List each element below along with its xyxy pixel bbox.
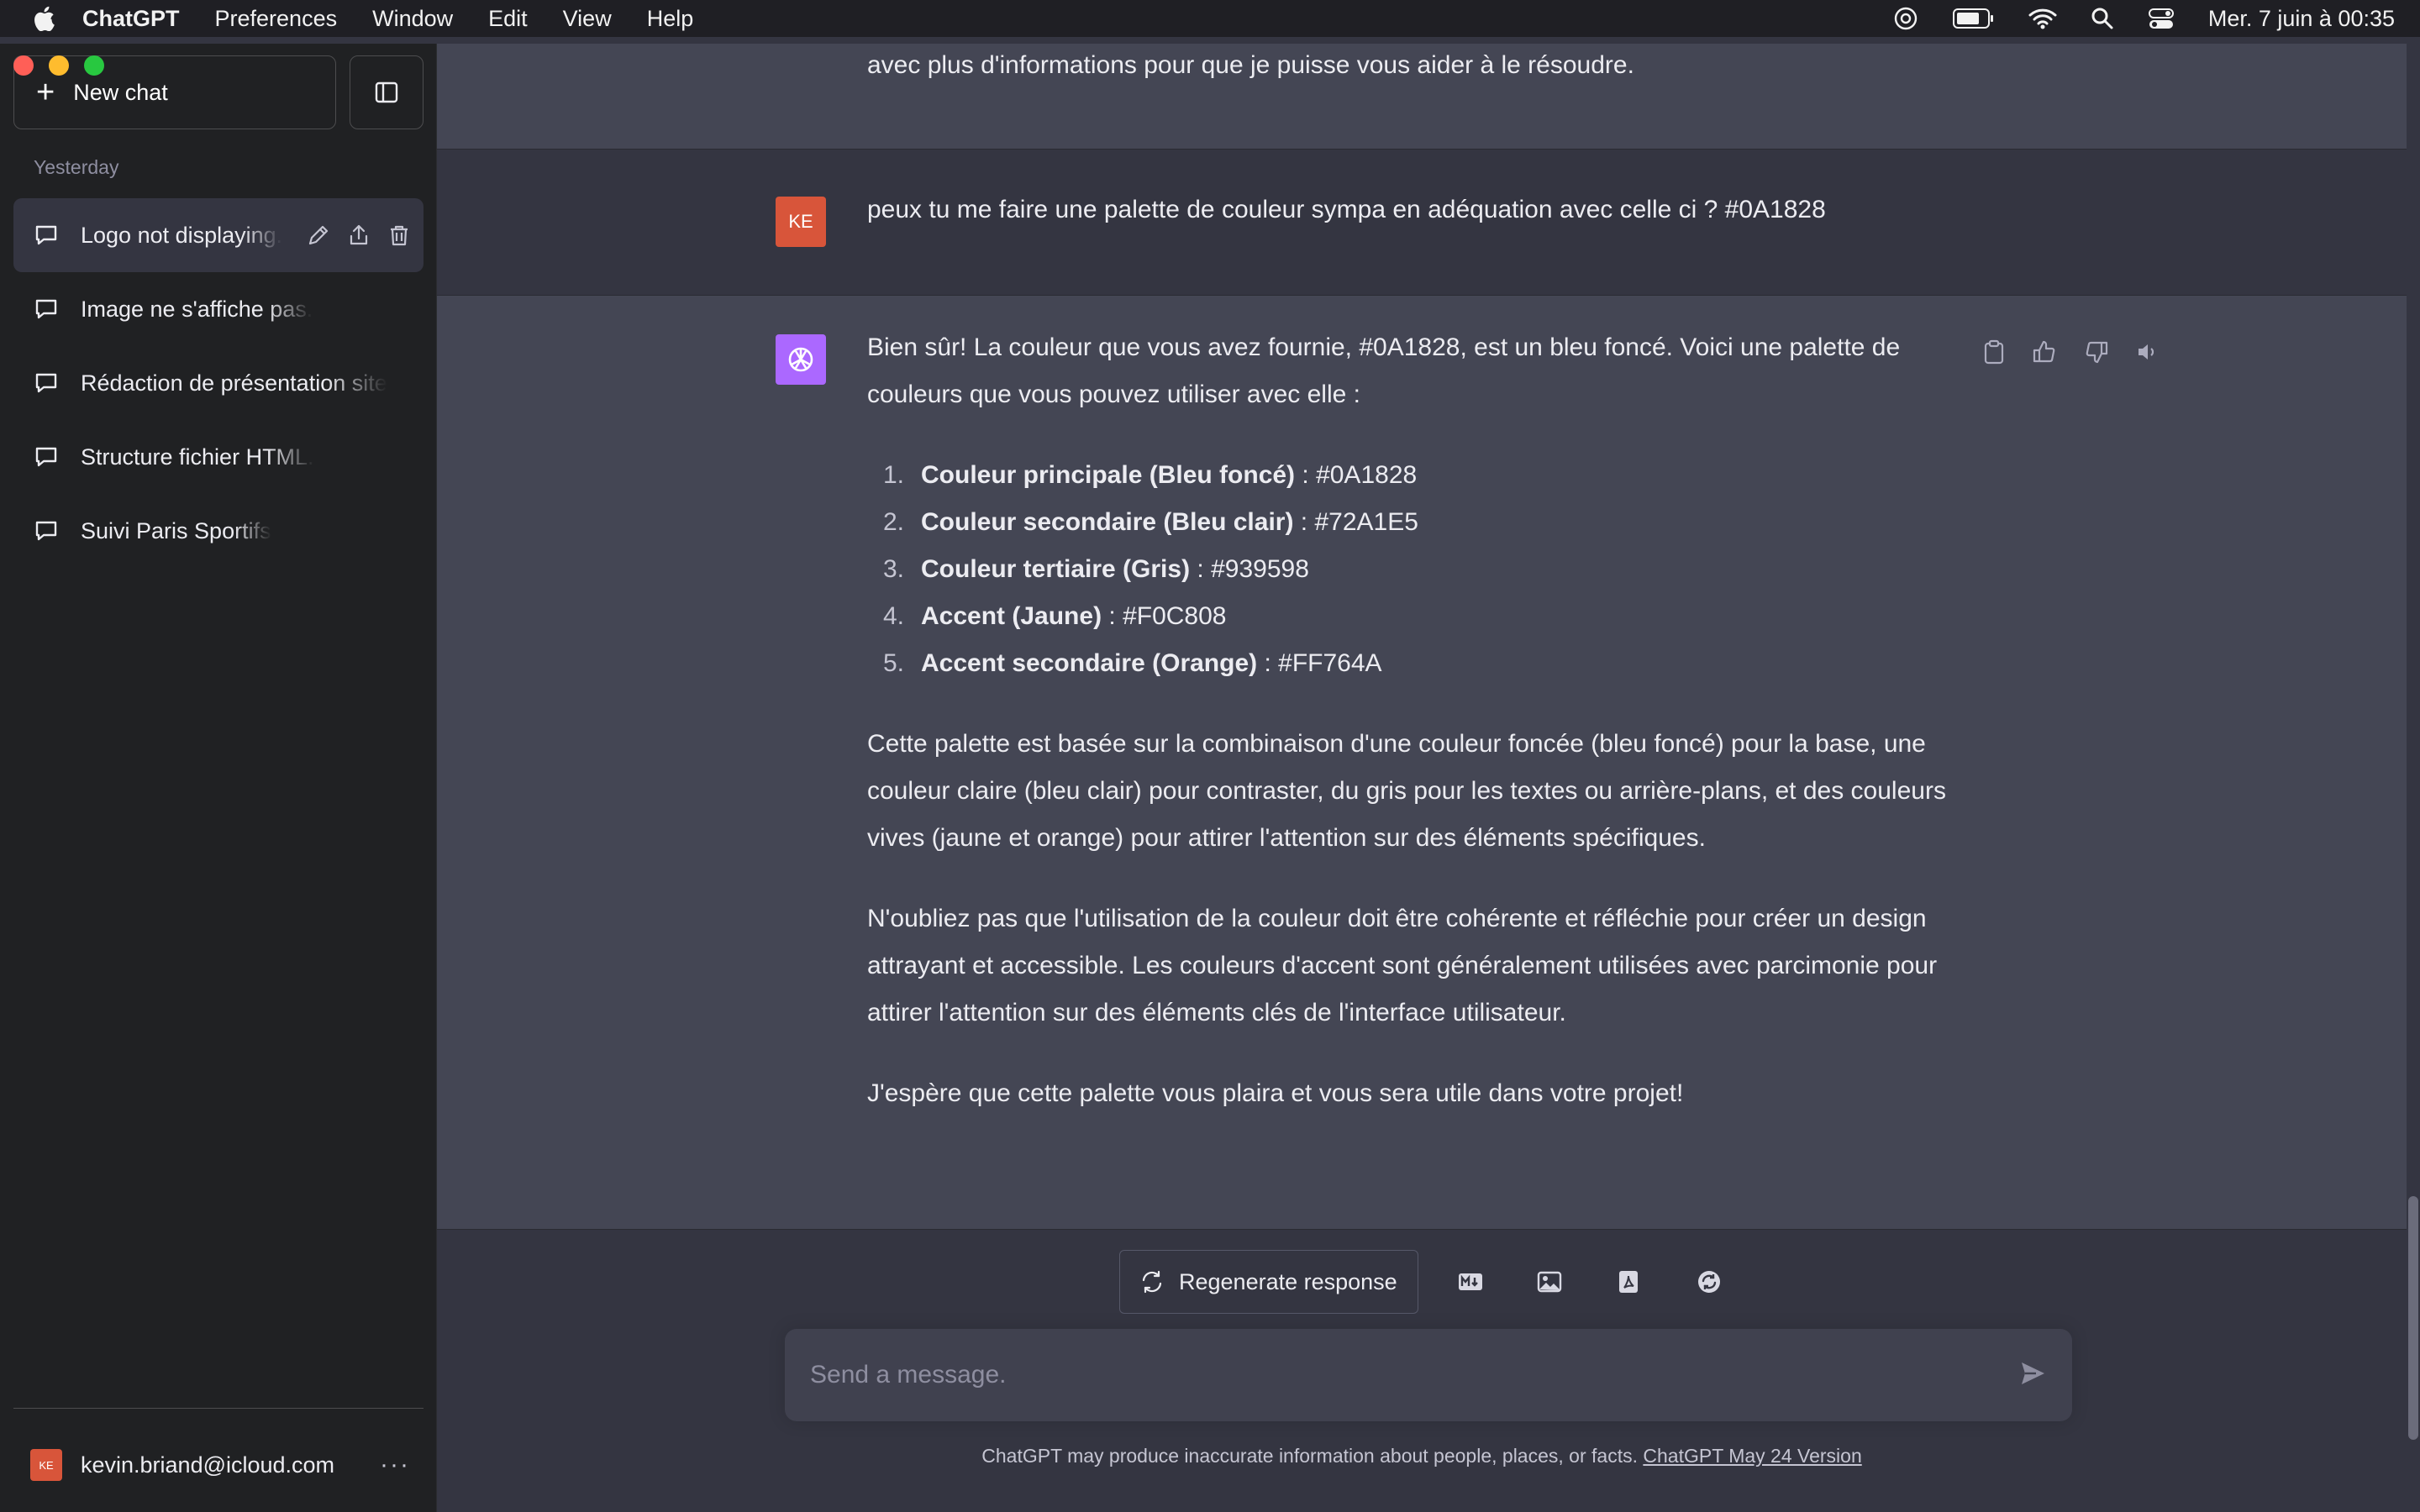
menu-view[interactable]: View <box>563 6 612 32</box>
chat-bubble-icon <box>35 447 57 467</box>
version-link[interactable]: ChatGPT May 24 Version <box>1643 1445 1861 1467</box>
list-item: 1. Couleur principale (Bleu foncé) : #0A1… <box>882 461 1418 489</box>
assistant-intro: Bien sûr! La couleur que vous avez fourn… <box>867 333 1901 408</box>
macos-menu-bar: ChatGPT Preferences Window Edit View Hel… <box>0 0 2420 37</box>
more-options-icon[interactable]: ··· <box>380 1451 410 1479</box>
menu-help[interactable]: Help <box>647 6 694 32</box>
sidebar-divider <box>13 1408 424 1409</box>
search-icon[interactable] <box>2091 7 2114 30</box>
chat-item-image-ne-saffiche-pas[interactable]: Image ne s'affiche pas. <box>13 272 424 346</box>
image-icon <box>1537 1271 1561 1293</box>
apple-icon[interactable] <box>25 0 62 37</box>
speaker-icon[interactable] <box>2136 341 2158 363</box>
chat-item-label: Image ne s'affiche pas. <box>81 296 313 322</box>
disclaimer-footer: ChatGPT may produce inaccurate informati… <box>437 1445 2407 1467</box>
export-pdf-button[interactable] <box>1603 1257 1654 1307</box>
list-item: 4. Accent (Jaune) : #F0C808 <box>882 602 1227 630</box>
regenerate-label: Regenerate response <box>1179 1268 1397 1294</box>
conversation-pane: avec plus d'informations pour que je pui… <box>437 44 2420 1512</box>
window-traffic-lights <box>13 55 104 76</box>
chat-item-actions <box>306 223 412 248</box>
chat-item-redaction-presentation[interactable]: Rédaction de présentation site <box>13 346 424 420</box>
scrollbar-thumb[interactable] <box>2408 1196 2418 1440</box>
copy-icon[interactable] <box>1983 339 2005 365</box>
openai-icon[interactable] <box>1892 5 1919 32</box>
sidebar-toggle-icon <box>375 81 398 103</box>
chat-item-logo-not-displaying[interactable]: Logo not displaying. <box>13 198 424 272</box>
minimize-window-button[interactable] <box>49 55 69 76</box>
sidebar: + New chat Yesterday Logo not displaying… <box>0 44 437 1512</box>
toggle-sidebar-button[interactable] <box>350 55 424 129</box>
control-center-icon[interactable] <box>2148 7 2175 30</box>
assistant-message-text: avec plus d'informations pour que je pui… <box>867 51 1634 79</box>
battery-icon[interactable] <box>1952 8 1995 29</box>
composer-actions: Regenerate response <box>1119 1250 1734 1314</box>
sync-icon <box>1697 1271 1720 1293</box>
menu-preferences[interactable]: Preferences <box>215 6 338 32</box>
list-item: 5. Accent secondaire (Orange) : #FF764A <box>882 649 1382 677</box>
chat-bubble-icon <box>35 299 57 319</box>
assistant-message-previous: avec plus d'informations pour que je pui… <box>437 44 2407 150</box>
chat-history-list: Logo not displaying. Image ne s'affiche … <box>13 198 424 568</box>
markdown-icon <box>1458 1273 1482 1290</box>
chat-item-structure-fichier-html[interactable]: Structure fichier HTML. <box>13 420 424 494</box>
share-icon[interactable] <box>346 223 371 248</box>
menubar-clock[interactable]: Mer. 7 juin à 00:35 <box>2208 6 2395 32</box>
send-icon <box>2022 1362 2044 1384</box>
list-item: 2. Couleur secondaire (Bleu clair) : #72A… <box>882 508 1418 536</box>
zoom-window-button[interactable] <box>84 55 104 76</box>
message-actions <box>1983 339 2158 365</box>
assistant-paragraph: N'oubliez pas que l'utilisation de la co… <box>867 905 1938 1026</box>
user-message-text: peux tu me faire une palette de couleur … <box>867 196 1826 223</box>
chat-bubble-icon <box>35 373 57 393</box>
chat-item-suivi-paris-sportifs[interactable]: Suivi Paris Sportifs <box>13 494 424 568</box>
message-composer <box>785 1329 2072 1421</box>
menu-app-name[interactable]: ChatGPT <box>82 6 180 32</box>
chat-item-label: Suivi Paris Sportifs <box>81 517 271 543</box>
user-message: KE peux tu me faire une palette de coule… <box>437 150 2407 296</box>
avatar: KE <box>30 1449 62 1481</box>
chat-item-label: Logo not displaying. <box>81 222 283 248</box>
close-window-button[interactable] <box>13 55 34 76</box>
export-markdown-button[interactable] <box>1445 1257 1496 1307</box>
message-input[interactable] <box>810 1361 2018 1389</box>
assistant-message: Bien sûr! La couleur que vous avez fourn… <box>437 296 2407 1230</box>
list-item: 3. Couleur tertiaire (Gris) : #939598 <box>882 555 1309 583</box>
thumbs-down-icon[interactable] <box>2084 339 2109 365</box>
menu-edit[interactable]: Edit <box>488 6 528 32</box>
chat-bubble-icon <box>35 225 57 245</box>
app-window: + New chat Yesterday Logo not displaying… <box>0 44 2420 1512</box>
disclaimer-text: ChatGPT may produce inaccurate informati… <box>981 1445 1638 1467</box>
user-avatar: KE <box>776 197 826 247</box>
thumbs-up-icon[interactable] <box>2032 339 2057 365</box>
pdf-icon <box>1618 1271 1638 1293</box>
account-email: kevin.briand@icloud.com <box>81 1452 335 1478</box>
assistant-message-text: Bien sûr! La couleur que vous avez fourn… <box>867 324 1960 1117</box>
assistant-paragraph: J'espère que cette palette vous plaira e… <box>867 1079 1684 1107</box>
wifi-icon[interactable] <box>2028 8 2057 29</box>
edit-icon[interactable] <box>306 223 331 248</box>
chat-item-label: Structure fichier HTML. <box>81 444 314 470</box>
section-label-yesterday: Yesterday <box>34 156 119 178</box>
send-button[interactable] <box>2018 1359 2047 1392</box>
palette-list: 1. Couleur principale (Bleu foncé) : #0A1… <box>867 452 1960 687</box>
chat-item-label: Rédaction de présentation site <box>81 370 387 396</box>
sync-button[interactable] <box>1684 1257 1734 1307</box>
refresh-icon <box>1142 1270 1162 1294</box>
export-image-button[interactable] <box>1524 1257 1575 1307</box>
account-menu-button[interactable]: KE kevin.briand@icloud.com ··· <box>13 1435 424 1495</box>
chatgpt-avatar <box>776 334 826 385</box>
regenerate-response-button[interactable]: Regenerate response <box>1119 1250 1418 1314</box>
openai-icon <box>788 347 813 372</box>
chat-bubble-icon <box>35 521 57 541</box>
plus-icon: + <box>36 75 55 110</box>
new-chat-label: New chat <box>73 79 168 105</box>
trash-icon[interactable] <box>387 223 412 248</box>
assistant-paragraph: Cette palette est basée sur la combinais… <box>867 730 1946 852</box>
menu-window[interactable]: Window <box>372 6 453 32</box>
